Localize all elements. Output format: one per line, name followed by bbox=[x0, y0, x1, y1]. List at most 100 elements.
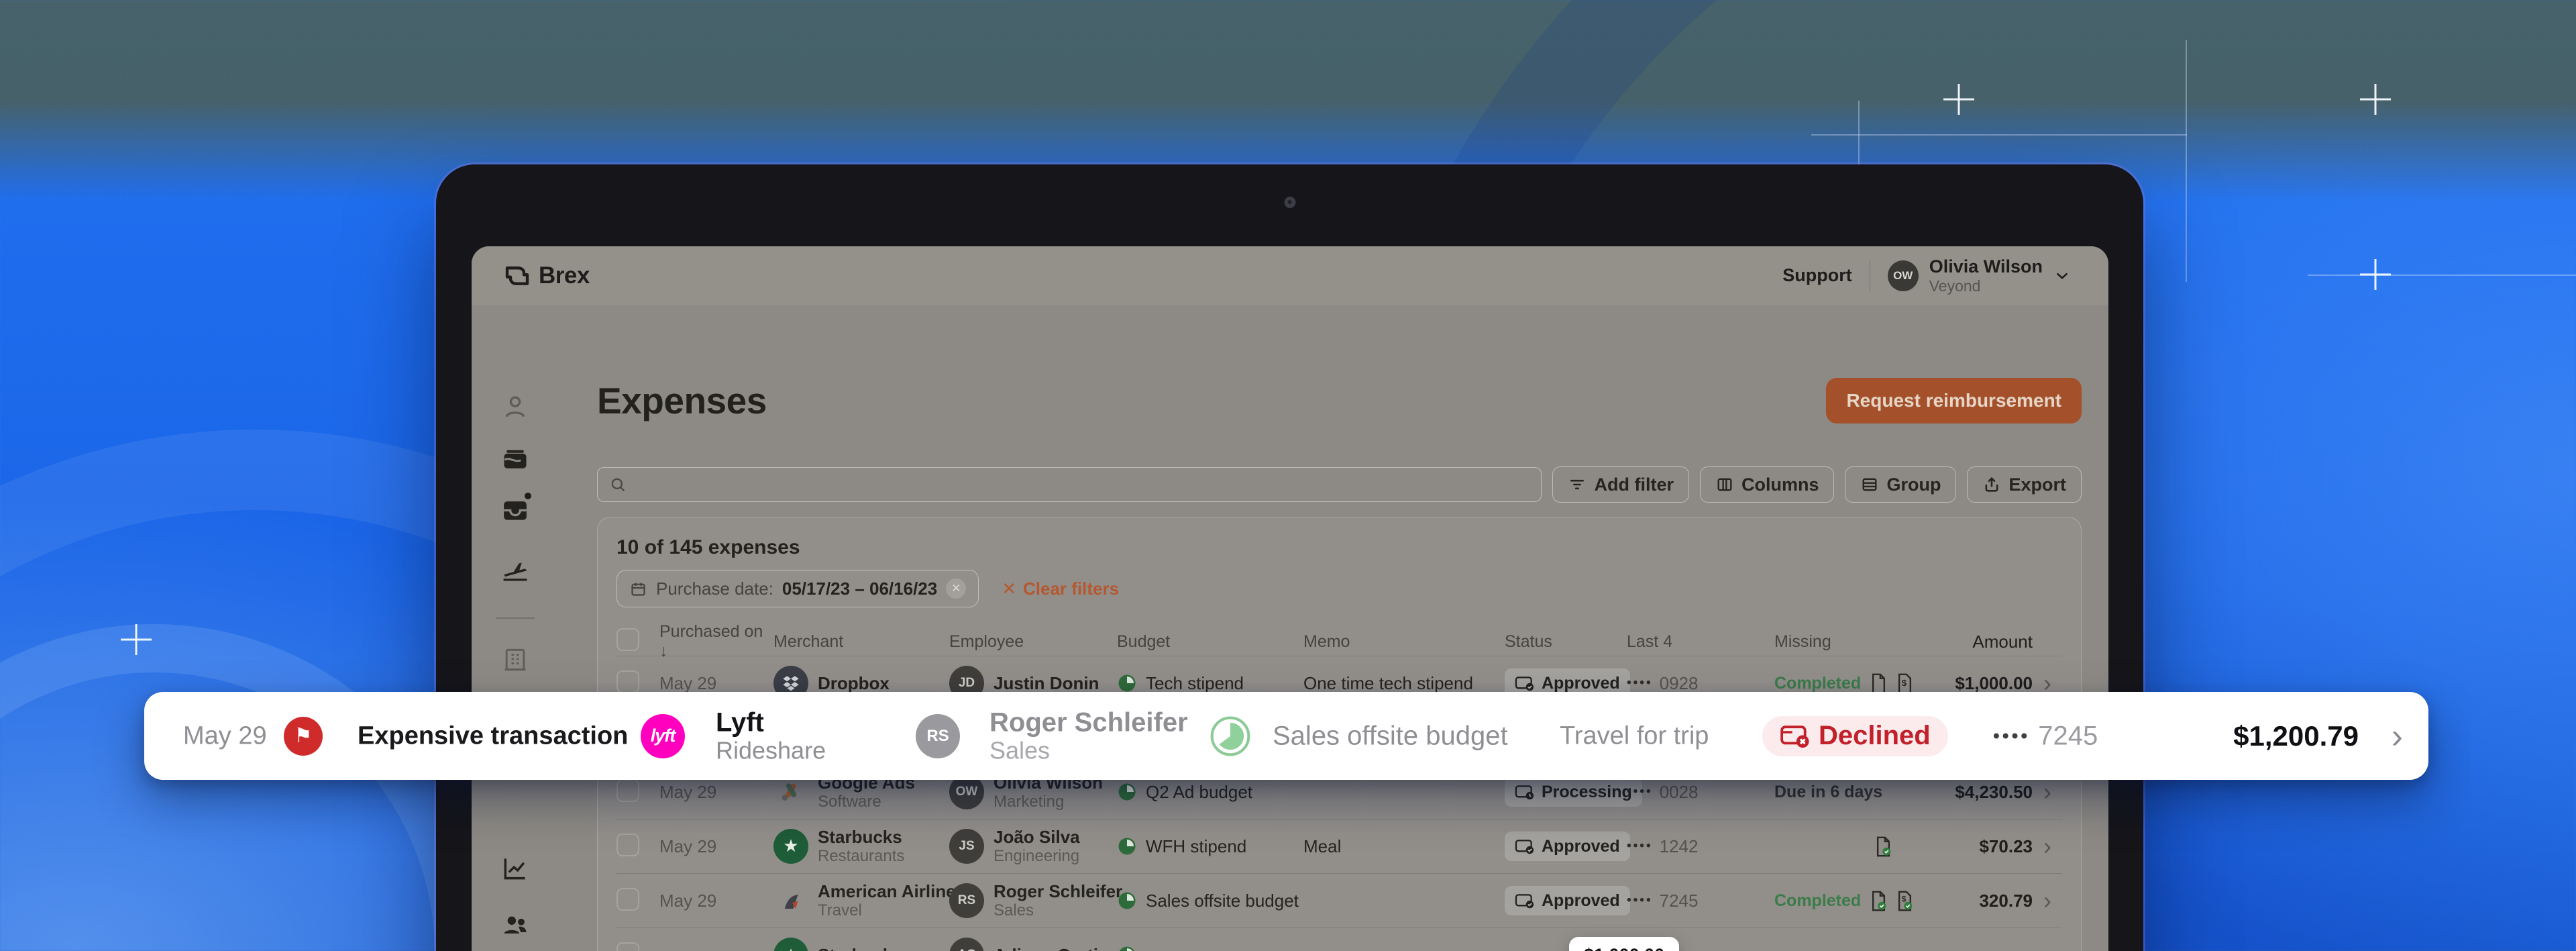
budget-name: Sales offsite budget bbox=[1146, 891, 1299, 911]
clear-filters-button[interactable]: ✕ Clear filters bbox=[1002, 579, 1119, 599]
invoice-icon: $ bbox=[1896, 673, 1913, 694]
search-box[interactable] bbox=[597, 467, 1542, 502]
columns-button[interactable]: Columns bbox=[1700, 466, 1835, 503]
budget-pie-icon bbox=[1117, 782, 1137, 802]
declined-badge: Declined bbox=[1762, 716, 1948, 756]
sidebar-item-travel[interactable] bbox=[500, 555, 530, 585]
row-chevron-icon[interactable]: › bbox=[2033, 834, 2062, 858]
row-checkbox[interactable] bbox=[616, 779, 639, 802]
employee-avatar: JS bbox=[949, 829, 984, 864]
travel-icon bbox=[500, 555, 530, 585]
cell-memo: One time tech stipend bbox=[1303, 673, 1505, 694]
add-filter-button[interactable]: Add filter bbox=[1552, 466, 1689, 503]
row-chevron-icon[interactable]: › bbox=[2033, 780, 2062, 804]
clear-filters-label: Clear filters bbox=[1023, 579, 1119, 599]
col-last4[interactable]: Last 4 bbox=[1627, 632, 1774, 652]
col-merchant[interactable]: Merchant bbox=[773, 632, 949, 652]
search-input[interactable] bbox=[635, 474, 1530, 495]
status-badge: Approved bbox=[1505, 832, 1630, 861]
budget-name: Tech stipend bbox=[1146, 673, 1244, 694]
merchant-name: Dropbox bbox=[818, 673, 890, 694]
hero-amount: $1,200.79 bbox=[2233, 720, 2359, 752]
budget-pie-icon bbox=[1117, 891, 1137, 911]
calendar-icon bbox=[629, 580, 647, 598]
col-missing[interactable]: Missing bbox=[1774, 632, 1942, 652]
sidebar-item-team[interactable] bbox=[500, 910, 530, 940]
user-menu[interactable]: OW Olivia Wilson Veyond bbox=[1888, 256, 2071, 295]
sidebar-item-cards[interactable] bbox=[500, 445, 530, 474]
team-icon bbox=[500, 910, 530, 940]
receipt-check-icon bbox=[1870, 891, 1887, 911]
col-budget[interactable]: Budget bbox=[1117, 632, 1303, 652]
cell-last4: 0028 bbox=[1660, 782, 1699, 803]
cell-last4: 1242 bbox=[1660, 836, 1699, 857]
col-purchased-on[interactable]: Purchased on ↓ bbox=[659, 622, 773, 661]
brex-logo[interactable]: Brex bbox=[504, 262, 590, 289]
row-checkbox[interactable] bbox=[616, 942, 639, 951]
notification-dot bbox=[523, 491, 533, 501]
merchant-category: Software bbox=[818, 793, 915, 811]
budget-pie-icon bbox=[1117, 836, 1137, 856]
table-row[interactable]: May 29 ★ StarbucksRestaurants JS João Si… bbox=[616, 819, 2062, 873]
chip-value: 05/17/23 – 06/16/23 bbox=[782, 579, 937, 599]
search-icon bbox=[608, 475, 627, 494]
row-checkbox[interactable] bbox=[616, 888, 639, 911]
sidebar-item-analytics[interactable] bbox=[500, 854, 530, 883]
employee-name: Justin Donin bbox=[994, 673, 1099, 694]
plus-marker bbox=[2360, 259, 2391, 290]
purchase-date-filter-chip[interactable]: Purchase date: 05/17/23 – 06/16/23 ✕ bbox=[616, 570, 979, 607]
brush-swirl bbox=[0, 624, 483, 951]
row-chevron-icon[interactable]: › bbox=[2033, 889, 2062, 913]
remove-filter-icon[interactable]: ✕ bbox=[946, 579, 966, 599]
hero-memo: Travel for trip bbox=[1560, 721, 1709, 750]
blueprint-line bbox=[1811, 134, 2187, 136]
request-reimbursement-button[interactable]: Request reimbursement bbox=[1826, 378, 2082, 423]
sidebar-item-company[interactable] bbox=[500, 645, 530, 674]
cards-icon bbox=[500, 445, 530, 474]
budget-name: WFH stipend bbox=[1146, 836, 1246, 857]
svg-text:$: $ bbox=[1902, 894, 1907, 903]
row-checkbox[interactable] bbox=[616, 834, 639, 856]
merchant-name: Starbucks bbox=[818, 945, 902, 951]
starbucks-logo: ★ bbox=[773, 829, 808, 864]
analytics-icon bbox=[500, 854, 530, 883]
employee-name: Adison Curtis bbox=[994, 945, 1108, 951]
export-label: Export bbox=[2008, 474, 2066, 495]
export-icon bbox=[1982, 475, 2001, 494]
table-row[interactable]: May 29 American AirlinesTravel RS Roger … bbox=[616, 873, 2062, 928]
plus-marker bbox=[1943, 84, 1974, 115]
export-button[interactable]: Export bbox=[1967, 466, 2082, 503]
row-checkbox[interactable] bbox=[616, 670, 639, 693]
col-amount[interactable]: Amount bbox=[1942, 632, 2033, 652]
card-check-icon bbox=[1515, 893, 1535, 909]
select-all-checkbox[interactable] bbox=[616, 628, 639, 651]
employee-name: Roger Schleifer bbox=[994, 881, 1122, 902]
group-button[interactable]: Group bbox=[1845, 466, 1956, 503]
col-status[interactable]: Status bbox=[1505, 632, 1627, 652]
hero-employee-dept: Sales bbox=[989, 738, 1188, 764]
company-icon bbox=[500, 645, 530, 674]
support-link[interactable]: Support bbox=[1782, 265, 1851, 286]
sidebar-item-profile[interactable] bbox=[500, 392, 530, 421]
results-count: 10 of 145 expenses bbox=[616, 536, 2062, 559]
highlighted-expense-row[interactable]: May 29 ⚑ Expensive transaction lyft Lyft… bbox=[144, 692, 2428, 780]
sidebar-item-inbox[interactable] bbox=[500, 495, 530, 525]
flag-icon: ⚑ bbox=[284, 717, 323, 756]
table-row[interactable]: ★ Starbucks AC Adison Curtis $1,000.00 bbox=[616, 928, 2062, 951]
col-memo[interactable]: Memo bbox=[1303, 632, 1505, 652]
laptop-mockup: Brex Support OW Olivia Wilson Veyond bbox=[436, 164, 2143, 951]
cell-amount: $4,230.50 bbox=[1942, 782, 2033, 803]
add-filter-label: Add filter bbox=[1594, 474, 1674, 495]
hero-budget-pie-icon bbox=[1210, 715, 1251, 757]
card-check-icon bbox=[1515, 675, 1535, 692]
app-topbar: Brex Support OW Olivia Wilson Veyond bbox=[472, 246, 2108, 305]
employee-avatar: RS bbox=[949, 883, 984, 918]
col-employee[interactable]: Employee bbox=[949, 632, 1117, 652]
merchant-category: Restaurants bbox=[818, 847, 904, 866]
hero-chevron-icon[interactable]: › bbox=[2392, 719, 2403, 754]
webcam-dot bbox=[1284, 197, 1295, 208]
hero-flag-label: Expensive transaction bbox=[358, 721, 628, 750]
columns-label: Columns bbox=[1741, 474, 1819, 495]
plus-marker bbox=[121, 624, 152, 655]
budget-pie-icon bbox=[1117, 945, 1137, 951]
